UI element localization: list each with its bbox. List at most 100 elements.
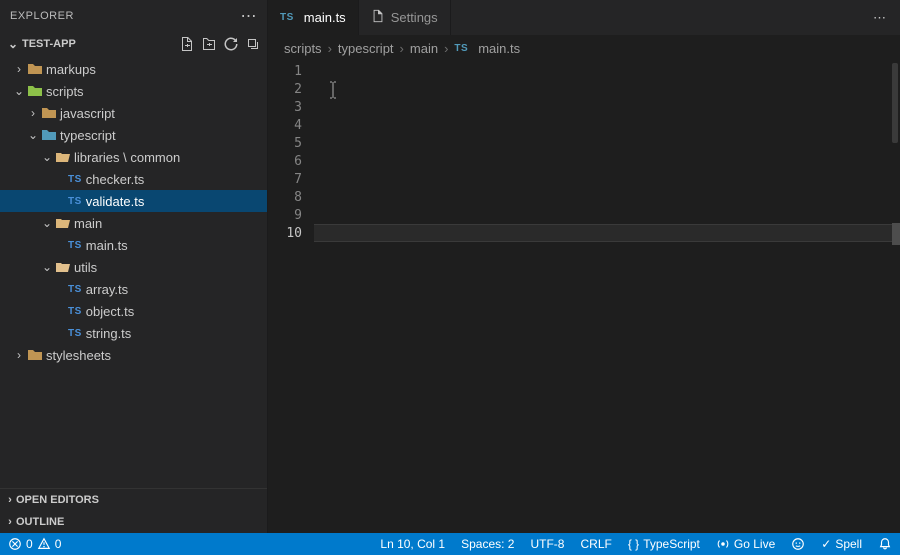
- tab-label: Settings: [391, 10, 438, 25]
- tree-file-string[interactable]: TS string.ts: [0, 322, 267, 344]
- chevron-down-icon: ⌄: [26, 128, 40, 142]
- ts-file-icon: TS: [68, 196, 82, 207]
- status-eol[interactable]: CRLF: [572, 533, 619, 555]
- folder-icon: [40, 106, 58, 120]
- breadcrumb-item[interactable]: main: [410, 41, 438, 56]
- status-go-live[interactable]: Go Live: [708, 533, 783, 555]
- new-file-icon[interactable]: [179, 36, 195, 52]
- explorer-more-icon[interactable]: ⋯: [241, 6, 258, 26]
- outline-header[interactable]: › OUTLINE: [0, 511, 267, 533]
- status-spaces[interactable]: Spaces: 2: [453, 533, 522, 555]
- scroll-marker: [892, 223, 900, 245]
- tree-label: main: [74, 216, 102, 231]
- folder-open-icon: [54, 150, 72, 164]
- minimap-scrollbar[interactable]: [892, 63, 898, 143]
- tree-label: validate.ts: [86, 194, 145, 209]
- tab-settings[interactable]: Settings: [359, 0, 451, 35]
- ts-file-icon: TS: [68, 240, 82, 251]
- status-spell[interactable]: ✓ Spell: [813, 533, 870, 555]
- explorer-sidebar: EXPLORER ⋯ ⌄ TEST-APP ›: [0, 0, 268, 533]
- tree-folder-libraries[interactable]: ⌄ libraries \ common: [0, 146, 267, 168]
- chevron-right-icon: ›: [4, 494, 16, 506]
- ts-file-icon: TS: [68, 328, 82, 339]
- status-feedback[interactable]: [783, 533, 813, 555]
- tree-folder-typescript[interactable]: ⌄ typescript: [0, 124, 267, 146]
- settings-file-icon: [371, 9, 385, 26]
- status-notifications[interactable]: [870, 533, 900, 555]
- chevron-right-icon: ›: [400, 41, 404, 56]
- chevron-right-icon: ›: [4, 516, 16, 528]
- explorer-title: EXPLORER: [10, 10, 74, 22]
- tree-label: stylesheets: [46, 348, 111, 363]
- tree-label: scripts: [46, 84, 84, 99]
- tree-label: markups: [46, 62, 96, 77]
- tree-folder-main[interactable]: ⌄ main: [0, 212, 267, 234]
- tree-label: checker.ts: [86, 172, 145, 187]
- status-ln-col[interactable]: Ln 10, Col 1: [372, 533, 453, 555]
- code-area[interactable]: [314, 61, 900, 533]
- tree-label: main.ts: [86, 238, 128, 253]
- tree-folder-stylesheets[interactable]: › stylesheets: [0, 344, 267, 366]
- tree-file-checker[interactable]: TS checker.ts: [0, 168, 267, 190]
- outline-label: OUTLINE: [16, 516, 64, 528]
- status-errors[interactable]: 0 0: [0, 533, 69, 555]
- chevron-right-icon: ›: [12, 348, 26, 362]
- open-editors-header[interactable]: › OPEN EDITORS: [0, 489, 267, 511]
- tree-label: array.ts: [86, 282, 128, 297]
- tree-file-object[interactable]: TS object.ts: [0, 300, 267, 322]
- broadcast-icon: [716, 537, 730, 551]
- tree-label: string.ts: [86, 326, 132, 341]
- tree-file-main-ts[interactable]: TS main.ts: [0, 234, 267, 256]
- tree-file-validate[interactable]: TS validate.ts: [0, 190, 267, 212]
- file-tree: › markups ⌄ scripts › javascript ⌄: [0, 56, 267, 488]
- chevron-right-icon: ›: [444, 41, 448, 56]
- line-gutter: 12345678910: [268, 61, 314, 533]
- chevron-right-icon: ›: [328, 41, 332, 56]
- chevron-down-icon: ⌄: [40, 260, 54, 274]
- chevron-down-icon: ⌄: [6, 37, 20, 51]
- chevron-down-icon: ⌄: [40, 216, 54, 230]
- error-count: 0: [26, 537, 33, 551]
- open-editors-label: OPEN EDITORS: [16, 494, 99, 506]
- project-name: TEST-APP: [22, 38, 76, 50]
- ts-file-icon: TS: [68, 306, 82, 317]
- folder-scripts-icon: [26, 84, 44, 98]
- ts-file-icon: TS: [68, 284, 82, 295]
- ts-file-icon: TS: [68, 174, 82, 185]
- breadcrumb-item[interactable]: typescript: [338, 41, 394, 56]
- warning-icon: [37, 537, 51, 551]
- breadcrumb-item[interactable]: scripts: [284, 41, 322, 56]
- new-folder-icon[interactable]: [201, 36, 217, 52]
- explorer-header: EXPLORER ⋯: [0, 0, 267, 32]
- folder-icon: [26, 62, 44, 76]
- refresh-icon[interactable]: [223, 36, 239, 52]
- more-actions-icon[interactable]: ⋯: [873, 10, 886, 26]
- editor-tabs: TS main.ts Settings ⋯: [268, 0, 900, 35]
- status-encoding[interactable]: UTF-8: [522, 533, 572, 555]
- tree-folder-markups[interactable]: › markups: [0, 58, 267, 80]
- error-icon: [8, 537, 22, 551]
- editor-body[interactable]: 12345678910: [268, 61, 900, 533]
- folder-open-icon: [54, 216, 72, 230]
- folder-utils-icon: [54, 260, 72, 274]
- ts-file-icon: TS: [280, 12, 294, 23]
- folder-ts-icon: [40, 128, 58, 142]
- folder-icon: [26, 348, 44, 362]
- tab-main-ts[interactable]: TS main.ts: [268, 0, 359, 35]
- tab-label: main.ts: [304, 10, 346, 25]
- bell-icon: [878, 537, 892, 551]
- tree-label: utils: [74, 260, 97, 275]
- tree-folder-javascript[interactable]: › javascript: [0, 102, 267, 124]
- status-language[interactable]: { } TypeScript: [620, 533, 708, 555]
- breadcrumb-item[interactable]: main.ts: [478, 41, 520, 56]
- chevron-right-icon: ›: [12, 62, 26, 76]
- tree-label: typescript: [60, 128, 116, 143]
- project-header[interactable]: ⌄ TEST-APP: [0, 32, 267, 56]
- warning-count: 0: [55, 537, 62, 551]
- tree-folder-scripts[interactable]: ⌄ scripts: [0, 80, 267, 102]
- breadcrumbs[interactable]: scripts › typescript › main › TS main.ts: [268, 35, 900, 61]
- tree-label: object.ts: [86, 304, 134, 319]
- tree-file-array[interactable]: TS array.ts: [0, 278, 267, 300]
- collapse-all-icon[interactable]: [245, 36, 261, 52]
- tree-folder-utils[interactable]: ⌄ utils: [0, 256, 267, 278]
